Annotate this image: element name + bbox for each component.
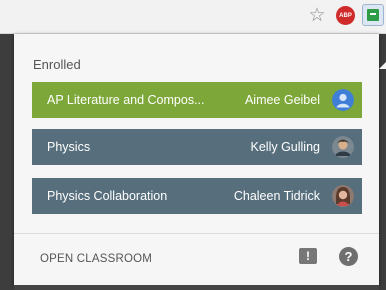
course-title: Physics Collaboration <box>47 189 168 203</box>
course-row-ap-literature[interactable]: AP Literature and Compos... Aimee Geibel <box>32 82 362 118</box>
default-avatar-icon <box>332 89 354 111</box>
course-teacher: Chaleen Tidrick <box>233 189 320 203</box>
course-title: Physics <box>47 140 91 154</box>
feedback-glyph: ! <box>306 249 310 263</box>
page-background-left <box>0 34 14 290</box>
photo-avatar-icon <box>332 185 354 207</box>
help-glyph: ? <box>344 249 353 264</box>
course-title: AP Literature and Compos... <box>47 93 205 107</box>
course-row-physics[interactable]: Physics Kelly Gulling <box>32 129 362 165</box>
teacher-avatar <box>332 136 354 158</box>
course-row-physics-collaboration[interactable]: Physics Collaboration Chaleen Tidrick <box>32 178 362 214</box>
bookmark-star-icon[interactable]: ☆ <box>307 6 327 26</box>
page-background-right <box>379 34 386 290</box>
page-background-bottom <box>14 285 379 290</box>
open-classroom-link[interactable]: OPEN CLASSROOM <box>40 253 152 265</box>
help-icon[interactable]: ? <box>339 247 358 266</box>
teacher-avatar <box>332 89 354 111</box>
adblock-plus-icon[interactable]: ABP <box>336 6 355 25</box>
classroom-popup: Enrolled AP Literature and Compos... Aim… <box>14 34 386 285</box>
classroom-board-icon <box>367 9 379 21</box>
footer-divider <box>14 233 379 234</box>
course-teacher: Aimee Geibel <box>244 93 320 107</box>
teacher-avatar <box>332 185 354 207</box>
photo-avatar-icon <box>332 136 354 158</box>
classroom-extension-icon[interactable] <box>362 4 384 26</box>
browser-toolbar: ☆ ABP <box>0 0 386 34</box>
enrolled-heading: Enrolled <box>33 57 81 72</box>
abp-label: ABP <box>339 12 352 19</box>
feedback-icon[interactable]: ! <box>299 248 317 264</box>
course-teacher: Kelly Gulling <box>250 140 320 154</box>
popup-pointer <box>379 61 386 69</box>
